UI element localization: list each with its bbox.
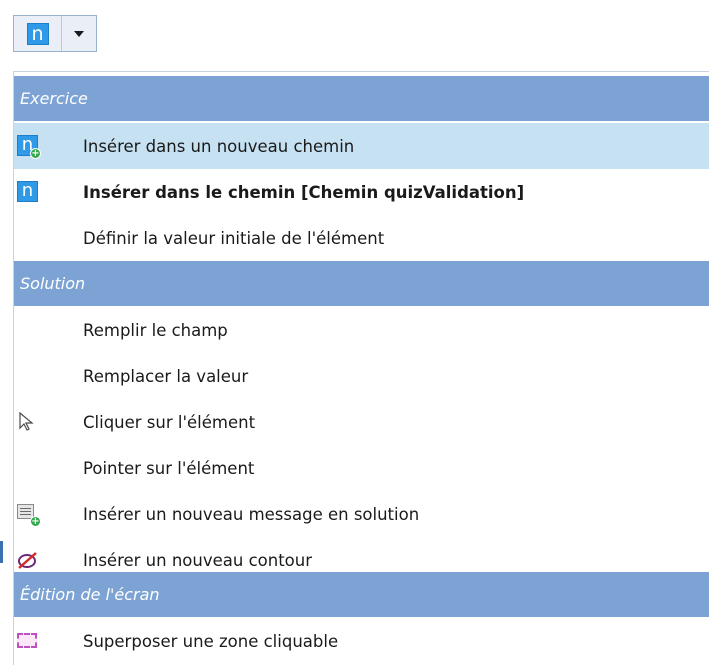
dropdown-arrow-button[interactable] (62, 16, 96, 51)
n-icon: n (17, 181, 39, 203)
window-edge-marker (0, 541, 3, 563)
message-plus-icon: + (17, 503, 41, 527)
cursor-arrow-icon (17, 411, 39, 433)
menu-item-insert-new-path[interactable]: n + Insérer dans un nouveau chemin (14, 123, 709, 169)
empty-icon-slot (17, 365, 39, 387)
contour-no-icon (17, 549, 39, 571)
section-header-solution: Solution (14, 261, 709, 306)
menu-item-insert-solution-message[interactable]: + Insérer un nouveau message en solution (14, 491, 709, 537)
n-plus-icon: n + (17, 135, 41, 159)
insert-button-main[interactable]: n (14, 16, 62, 51)
empty-icon-slot (17, 227, 39, 249)
menu-item-label: Définir la valeur initiale de l'élément (83, 228, 385, 248)
chevron-down-icon (74, 30, 84, 37)
menu-item-point-element[interactable]: Pointer sur l'élément (14, 445, 709, 491)
menu-item-insert-in-path[interactable]: n Insérer dans le chemin [Chemin quizVal… (14, 169, 709, 215)
editor-window: n Exercice n + Insérer dans un nouveau c… (0, 0, 709, 665)
menu-item-label: Insérer un nouveau message en solution (83, 504, 420, 524)
menu-item-label: Remplacer la valeur (83, 366, 249, 386)
insert-split-button[interactable]: n (13, 15, 97, 52)
section-header-exercice: Exercice (14, 76, 709, 121)
empty-icon-slot (17, 319, 39, 341)
menu-item-label: Insérer dans le chemin [Chemin quizValid… (83, 182, 525, 202)
menu-item-label: Insérer dans un nouveau chemin (83, 136, 355, 156)
menu-item-replace-value[interactable]: Remplacer la valeur (14, 353, 709, 399)
menu-item-label: Pointer sur l'élément (83, 458, 255, 478)
insert-dropdown-menu: Exercice n + Insérer dans un nouveau che… (13, 71, 709, 665)
menu-item-fill-field[interactable]: Remplir le champ (14, 307, 709, 353)
empty-icon-slot (17, 457, 39, 479)
menu-item-overlay-clickable-zone[interactable]: Superposer une zone cliquable (14, 618, 709, 664)
menu-item-label: Remplir le champ (83, 320, 228, 340)
n-icon: n (26, 22, 49, 45)
menu-item-define-initial-value[interactable]: Définir la valeur initiale de l'élément (14, 215, 709, 261)
clickable-zone-icon (17, 630, 39, 652)
menu-item-label: Insérer un nouveau contour (83, 550, 313, 570)
menu-item-label: Superposer une zone cliquable (83, 631, 339, 651)
section-header-screen-edit: Édition de l'écran (14, 572, 709, 617)
menu-item-label: Cliquer sur l'élément (83, 412, 256, 432)
menu-item-click-element[interactable]: Cliquer sur l'élément (14, 399, 709, 445)
